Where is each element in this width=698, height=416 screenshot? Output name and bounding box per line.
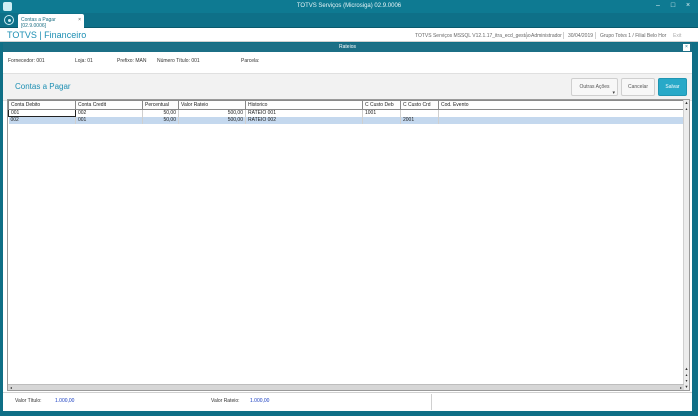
rateios-dialog: Rateios × Fornecedor: 001 Loja: 01 Prefi…	[2, 42, 693, 411]
outras-acoes-label: Outras Ações	[579, 84, 610, 90]
divider	[595, 32, 596, 39]
table-cell[interactable]: 50,00	[142, 116, 179, 124]
branch-info: Grupo Totvs 1 / Filial Belo Hor	[600, 33, 667, 39]
brand-bar: TOTVS | Financeiro TOTVS Serviços MSSQL …	[0, 28, 698, 42]
divider	[563, 32, 564, 39]
parcela-label: Parcela:	[241, 58, 260, 64]
maximize-button[interactable]: □	[667, 1, 679, 11]
user-info: Administrador	[531, 33, 562, 39]
table-cell[interactable]: 001	[8, 109, 76, 117]
column-header[interactable]: C Custo Deb	[362, 100, 401, 110]
column-header[interactable]: Percentual	[142, 100, 179, 110]
valor-titulo-label: Valor Título:	[15, 398, 42, 404]
table-cell[interactable]: 002	[8, 116, 76, 124]
table-cell[interactable]: RATEIO 002	[245, 116, 363, 124]
scroll-right-icon[interactable]: ▸	[678, 385, 684, 390]
rateio-grid[interactable]: Conta Debito Conta Credit Percentual Val…	[7, 99, 690, 391]
minimize-button[interactable]: –	[652, 1, 664, 11]
scroll-down-icon[interactable]: ▾	[684, 378, 689, 383]
scroll-up-icon[interactable]: ▴	[684, 372, 689, 377]
table-cell[interactable]: 500,00	[178, 116, 246, 124]
table-cell[interactable]: 2001	[400, 116, 439, 124]
numero-titulo-label: Número Título: 001	[157, 58, 200, 64]
column-header[interactable]: Conta Credit	[75, 100, 143, 110]
table-cell[interactable]	[400, 109, 439, 117]
window-titlebar: TOTVS Serviços (Microsiga) 02.9.0006 – □…	[0, 0, 698, 13]
prefixo-label: Prefixo: MAN	[117, 58, 147, 64]
table-header-row: Conta Debito Conta Credit Percentual Val…	[8, 100, 685, 110]
totals-footer: Valor Título: 1.000,00 Valor Rateio: 1.0…	[3, 392, 692, 411]
date-info: 30/04/2019	[568, 33, 594, 39]
title-info: Fornecedor: 001 Loja: 01 Prefixo: MAN Nú…	[3, 53, 692, 73]
cancel-button[interactable]: Cancelar	[621, 78, 655, 96]
scroll-bottom-icon[interactable]: ▼	[684, 384, 689, 389]
column-header[interactable]: Cod. Evento	[438, 100, 685, 110]
dialog-close-icon[interactable]: ×	[683, 44, 690, 51]
table-row[interactable]: 001 002 50,00 500,00 RATEIO 001 1001	[8, 109, 685, 117]
table-cell[interactable]	[362, 116, 401, 124]
scroll-top-icon[interactable]: ▲	[684, 100, 689, 105]
column-header[interactable]: Valor Rateio	[178, 100, 246, 110]
table-cell[interactable]: 002	[75, 109, 143, 117]
page-title: Contas a Pagar	[15, 82, 71, 91]
home-icon[interactable]	[4, 15, 14, 25]
table-cell[interactable]: 500,00	[178, 109, 246, 117]
table-cell[interactable]	[438, 109, 685, 117]
action-bar: Contas a Pagar Outras Ações ▾ Cancelar S…	[3, 73, 692, 101]
brand-title: TOTVS | Financeiro	[7, 30, 87, 40]
horizontal-scrollbar[interactable]: ◂ ▸	[8, 384, 684, 390]
vertical-scrollbar[interactable]: ▲ ▴ ▲ ▴ ▾ ▼	[683, 100, 689, 390]
table-cell[interactable]: 1001	[362, 109, 401, 117]
loja-label: Loja: 01	[75, 58, 93, 64]
scroll-left-icon[interactable]: ◂	[8, 385, 14, 390]
table-cell[interactable]: RATEIO 001	[245, 109, 363, 117]
tab-bar: Contas a Pagar [02.9.0006] ×	[0, 13, 698, 29]
column-header[interactable]: Conta Debito	[8, 100, 76, 110]
fornecedor-label: Fornecedor: 001	[8, 58, 45, 64]
dialog-title: Rateios	[339, 44, 356, 50]
scroll-top-icon[interactable]: ▲	[684, 366, 689, 371]
tab-contas-a-pagar[interactable]: Contas a Pagar [02.9.0006] ×	[18, 14, 84, 29]
valor-rateio-value: 1.000,00	[250, 398, 270, 404]
valor-titulo-value: 1.000,00	[55, 398, 75, 404]
table-cell[interactable]	[438, 116, 685, 124]
column-header[interactable]: C Custo Crd	[400, 100, 439, 110]
rateio-table: Conta Debito Conta Credit Percentual Val…	[8, 100, 685, 124]
divider	[431, 394, 432, 410]
outras-acoes-button[interactable]: Outras Ações ▾	[571, 78, 618, 96]
close-button[interactable]: ×	[682, 1, 694, 11]
window-title: TOTVS Serviços (Microsiga) 02.9.0006	[296, 3, 402, 9]
save-button[interactable]: Salvar	[658, 78, 687, 96]
table-cell[interactable]: 001	[75, 116, 143, 124]
scroll-up-icon[interactable]: ▴	[684, 106, 689, 111]
column-header[interactable]: Historico	[245, 100, 363, 110]
table-cell[interactable]: 50,00	[142, 109, 179, 117]
environment-info: TOTVS Serviços MSSQL V12.1.17_itra_ecd_g…	[415, 33, 531, 39]
table-row[interactable]: 002 001 50,00 500,00 RATEIO 002 2001	[8, 116, 685, 124]
divider	[526, 32, 527, 39]
exit-link[interactable]: Exit	[673, 33, 681, 39]
valor-rateio-label: Valor Rateio:	[211, 398, 240, 404]
dialog-title-bar: Rateios ×	[3, 43, 692, 52]
tab-close-icon[interactable]: ×	[78, 17, 81, 23]
